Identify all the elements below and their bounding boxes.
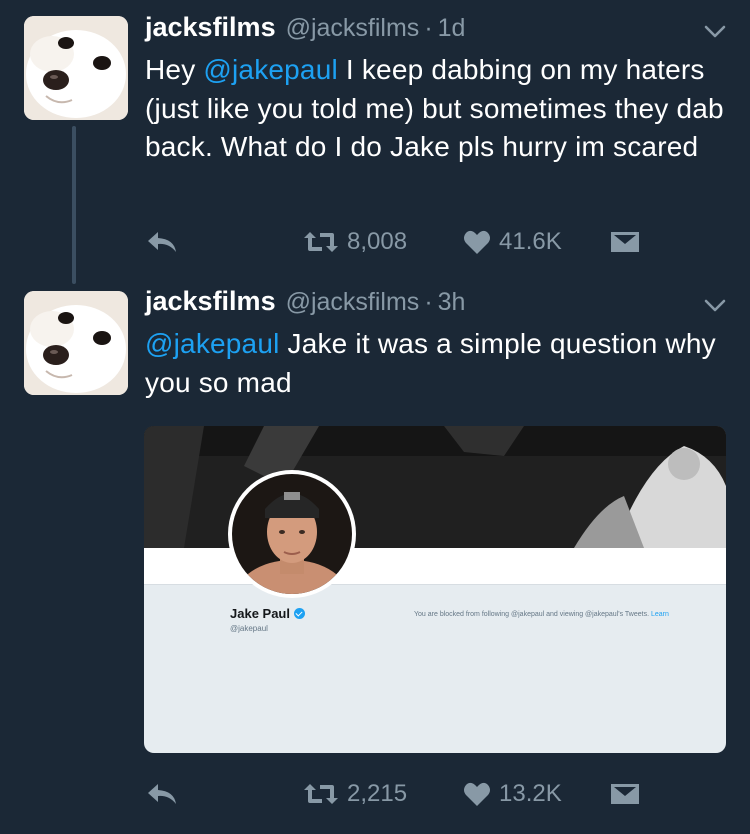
chevron-down-icon[interactable] — [703, 24, 727, 40]
retweet-count: 2,215 — [347, 780, 408, 807]
like-count: 41.6K — [499, 228, 562, 255]
retweet-icon — [304, 784, 338, 804]
timestamp[interactable]: 1d — [438, 14, 466, 43]
tweet-text: @jakepaul Jake it was a simple question … — [145, 325, 725, 402]
separator-dot: · — [424, 288, 433, 316]
tweet-actions: 8,008 41.6K — [145, 222, 665, 262]
timestamp[interactable]: 3h — [438, 288, 466, 317]
like-icon — [464, 230, 490, 254]
like-button[interactable]: 13.2K — [463, 774, 562, 814]
profile-name: Jake Paul — [230, 606, 305, 621]
reply-button[interactable] — [145, 222, 179, 262]
user-handle[interactable]: @jacksfilms — [286, 14, 420, 43]
retweet-icon — [304, 232, 338, 252]
separator-dot: · — [424, 14, 433, 42]
profile-handle: @jakepaul — [230, 624, 268, 633]
display-name[interactable]: jacksfilms — [145, 286, 276, 317]
tweet-text: Hey @jakepaul I keep dabbing on my hater… — [145, 51, 725, 167]
reply-icon — [148, 784, 176, 804]
learn-more-link: Learn — [650, 611, 669, 618]
verified-icon — [294, 608, 305, 619]
mention-link[interactable]: @jakepaul — [145, 328, 280, 359]
display-name[interactable]: jacksfilms — [145, 12, 276, 43]
reply-button[interactable] — [145, 774, 179, 814]
profile-name-text: Jake Paul — [230, 606, 290, 621]
user-handle[interactable]: @jacksfilms — [286, 288, 420, 317]
blocked-text: You are blocked from following @jakepaul… — [414, 611, 650, 618]
tweet-actions: 2,215 13.2K — [145, 774, 665, 814]
reply-icon — [148, 232, 176, 252]
retweet-count: 8,008 — [347, 228, 408, 255]
direct-message-icon — [611, 232, 639, 252]
thread-connector — [72, 126, 76, 284]
mention-link[interactable]: @jakepaul — [203, 54, 338, 85]
profile-photo — [228, 470, 356, 598]
chevron-down-icon[interactable] — [703, 298, 727, 314]
avatar[interactable] — [24, 291, 128, 395]
attached-image[interactable]: Jake Paul @jakepaul You are blocked from… — [144, 426, 726, 753]
blocked-message: You are blocked from following @jakepaul… — [414, 611, 669, 618]
text-segment: Hey — [145, 54, 204, 85]
avatar[interactable] — [24, 16, 128, 120]
like-count: 13.2K — [499, 780, 562, 807]
direct-message-button[interactable] — [610, 222, 640, 262]
direct-message-icon — [611, 784, 639, 804]
retweet-button[interactable]: 8,008 — [303, 222, 407, 262]
direct-message-button[interactable] — [610, 774, 640, 814]
like-icon — [464, 782, 490, 806]
like-button[interactable]: 41.6K — [463, 222, 562, 262]
tweet-header: jacksfilms @jacksfilms · 1d — [145, 12, 465, 48]
retweet-button[interactable]: 2,215 — [303, 774, 407, 814]
tweet-header: jacksfilms @jacksfilms · 3h — [145, 286, 465, 322]
timeline: jacksfilms @jacksfilms · 1d Hey @jakepau… — [0, 0, 750, 834]
